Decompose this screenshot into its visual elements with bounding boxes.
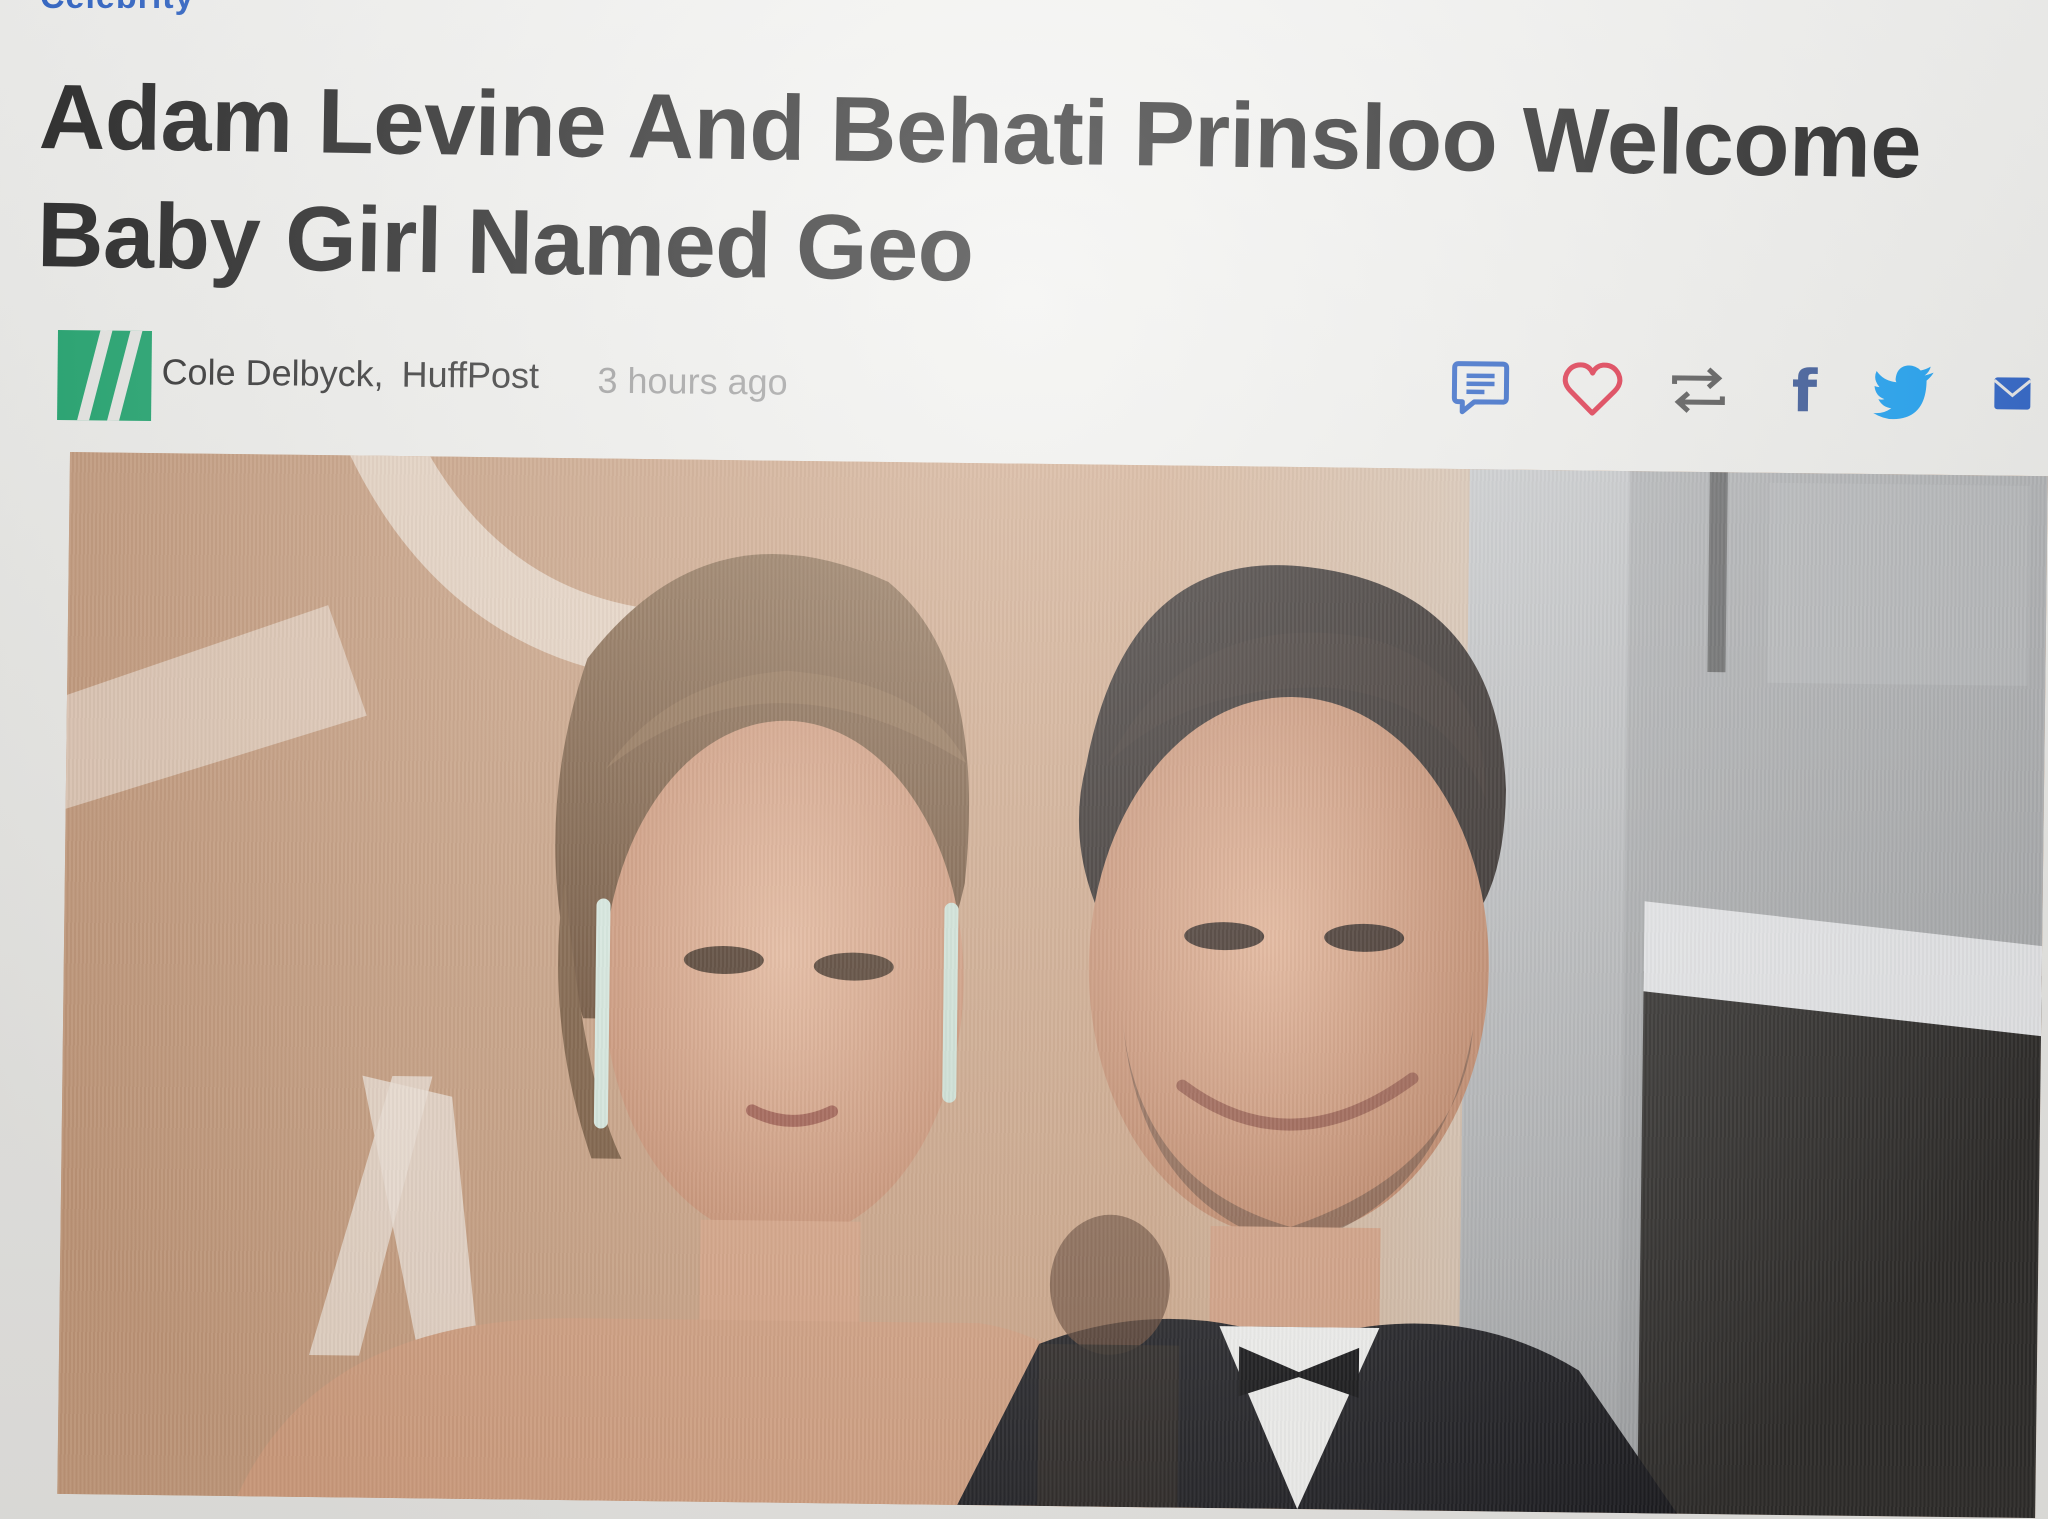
- article-headline: Adam Levine And Behati Prinsloo Welcome …: [36, 65, 1922, 301]
- facebook-icon[interactable]: f: [1769, 356, 1840, 427]
- section-label[interactable]: Celebrity: [40, 0, 195, 17]
- comment-icon[interactable]: [1445, 353, 1516, 424]
- publication-name[interactable]: HuffPost: [401, 354, 539, 396]
- byline: Cole Delbyck, HuffPost 3 hours ago f: [57, 330, 2048, 445]
- author-name[interactable]: Cole Delbyck,: [161, 351, 384, 394]
- publish-time: 3 hours ago: [597, 359, 788, 403]
- author-block: Cole Delbyck, HuffPost: [161, 351, 539, 397]
- browser-screen: Celebrity Adam Levine And Behati Prinslo…: [0, 0, 2048, 1519]
- huffpost-logo[interactable]: [57, 330, 152, 421]
- photo-illustration: [57, 452, 2048, 1519]
- email-icon[interactable]: [1977, 358, 2048, 429]
- heart-icon[interactable]: [1557, 354, 1628, 425]
- twitter-icon[interactable]: [1869, 357, 1940, 428]
- hero-photo[interactable]: [57, 452, 2048, 1519]
- share-icon[interactable]: [1663, 355, 1734, 426]
